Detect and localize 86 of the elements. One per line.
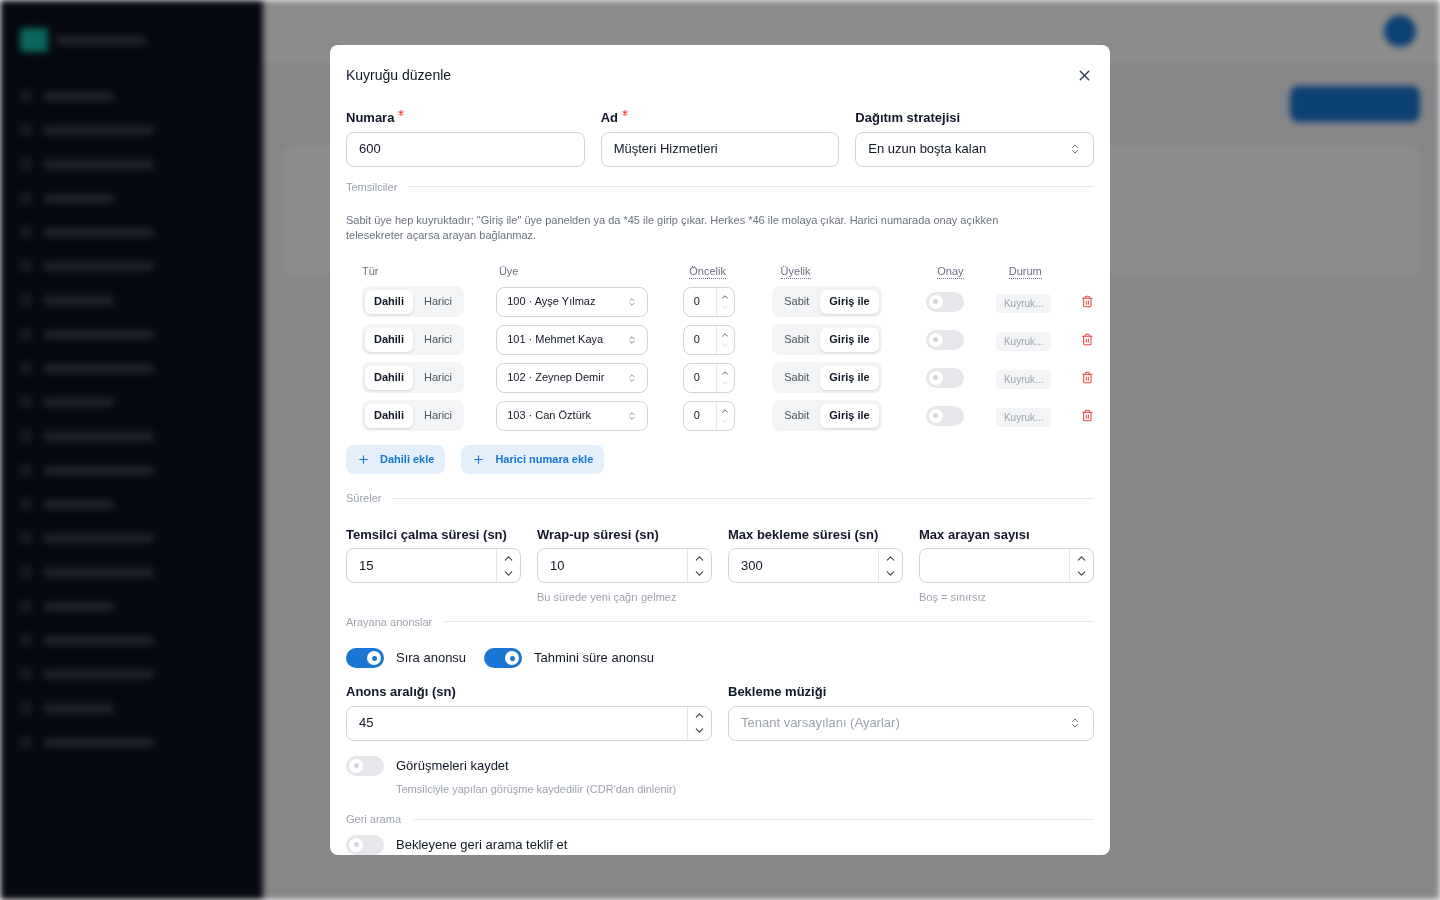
- select-chevron-icon: [1069, 717, 1081, 729]
- help-text: Sabit üye hep kuyruktadır; "Giriş ile" üye panelden ya da *45 ile girip çıkar. Herkes *46 ile molaya çıkar. Harici numarada onay açıkken telesekreter açarsa arayan bağlanmaz.: [346, 213, 1000, 243]
- segment-option[interactable]: Harici: [414, 289, 462, 314]
- plus-icon: [357, 453, 370, 466]
- number-field[interactable]: 300: [728, 548, 903, 583]
- section-title: Temsilciler: [346, 179, 398, 195]
- toggle-switch[interactable]: [925, 405, 964, 426]
- number-field[interactable]: 15: [346, 548, 521, 583]
- segment-option[interactable]: Sabit: [775, 327, 819, 352]
- delete-icon[interactable]: [1081, 371, 1094, 384]
- segment-option[interactable]: Harici: [414, 365, 462, 390]
- field-label: Max arayan sayısı: [919, 525, 1031, 544]
- field-hint: Bu sürede yeni çağrı gelmez: [537, 590, 678, 605]
- section-title: Arayana anonslar: [346, 614, 433, 630]
- select-chevron-icon: [627, 410, 638, 421]
- priority-field[interactable]: 0: [682, 286, 735, 317]
- select-chevron-icon: [627, 334, 638, 345]
- segment-option[interactable]: Sabit: [775, 365, 819, 390]
- field-label: Anons aralığı (sn): [346, 683, 457, 701]
- input-field[interactable]: 600: [346, 131, 585, 167]
- field-hint: Boş = sınırsız: [919, 590, 987, 605]
- column-header: Onay: [937, 265, 964, 279]
- input-field[interactable]: Müşteri Hizmetleri: [600, 131, 840, 167]
- column-header: Üyelik: [780, 265, 811, 279]
- add-button[interactable]: Harici numara ekle: [461, 445, 605, 474]
- status-badge: Kuyruk...: [995, 331, 1052, 351]
- column-header: Tür: [362, 265, 379, 279]
- section-title: Geri arama: [346, 812, 402, 827]
- column-header: Durum: [1008, 265, 1042, 279]
- segment-option[interactable]: Sabit: [775, 289, 819, 314]
- segment-option[interactable]: Giriş ile: [820, 327, 879, 352]
- segment-option[interactable]: Dahili: [365, 403, 413, 428]
- select-chevron-icon: [1069, 143, 1081, 155]
- status-badge: Kuyruk...: [995, 369, 1052, 389]
- add-button[interactable]: Dahili ekle: [346, 445, 446, 474]
- toggle-switch[interactable]: [346, 648, 384, 668]
- toggle-hint: Temsilciyle yapılan görüşme kaydedilir (CDR'dan dinlenir): [396, 781, 677, 797]
- column-header: Üye: [498, 265, 519, 279]
- delete-icon[interactable]: [1081, 333, 1094, 346]
- select-chevron-icon: [627, 296, 638, 307]
- toggle-switch[interactable]: [484, 648, 523, 668]
- toggle-label: Görüşmeleri kaydet: [396, 756, 510, 775]
- field-label: Wrap-up süresi (sn): [537, 525, 660, 544]
- toggle-label: Tahmini süre anonsu: [534, 649, 655, 668]
- field-label: Temsilci çalma süresi (sn): [346, 525, 508, 544]
- segment-option[interactable]: Giriş ile: [820, 289, 879, 314]
- segment-option[interactable]: Giriş ile: [820, 365, 879, 390]
- status-badge: Kuyruk...: [995, 407, 1052, 427]
- number-field[interactable]: 45: [346, 705, 712, 741]
- segment-option[interactable]: Harici: [414, 327, 462, 352]
- toggle-switch[interactable]: [346, 834, 384, 855]
- priority-field[interactable]: 0: [682, 324, 735, 355]
- delete-icon[interactable]: [1081, 295, 1094, 308]
- field-label: Numara: [346, 109, 395, 127]
- segment-option[interactable]: Sabit: [775, 403, 819, 428]
- select-chevron-icon: [627, 372, 638, 383]
- member-select[interactable]: 103 · Can Öztürk: [496, 400, 649, 431]
- field-label: Max bekleme süresi (sn): [728, 525, 880, 544]
- field-label: Dağıtım stratejisi: [855, 109, 961, 127]
- segment-option[interactable]: Dahili: [365, 289, 413, 314]
- toggle-label: Sıra anonsu: [396, 649, 467, 668]
- toggle-switch[interactable]: [925, 367, 964, 388]
- segment-option[interactable]: Dahili: [365, 327, 413, 352]
- field-label: Ad: [600, 109, 618, 127]
- member-select[interactable]: 100 · Ayşe Yılmaz: [496, 286, 649, 317]
- priority-field[interactable]: 0: [682, 362, 735, 393]
- number-field[interactable]: [919, 548, 1094, 583]
- segment-option[interactable]: Dahili: [365, 365, 413, 390]
- status-badge: Kuyruk...: [995, 293, 1052, 313]
- number-field[interactable]: 10: [537, 548, 712, 583]
- toggle-switch[interactable]: [925, 291, 964, 312]
- column-header: Öncelik: [689, 265, 726, 279]
- toggle-label: Bekleyene geri arama teklif et: [396, 835, 568, 854]
- field-label: Bekleme müziği: [728, 683, 828, 701]
- plus-icon: [472, 453, 486, 466]
- toggle-switch[interactable]: [346, 755, 384, 776]
- delete-icon[interactable]: [1081, 409, 1094, 422]
- select-field[interactable]: En uzun boşta kalan: [855, 131, 1094, 167]
- toggle-switch[interactable]: [925, 329, 964, 350]
- priority-field[interactable]: 0: [682, 400, 735, 431]
- segment-option[interactable]: Giriş ile: [820, 403, 879, 428]
- member-select[interactable]: 102 · Zeynep Demir: [496, 362, 649, 393]
- segment-option[interactable]: Harici: [414, 403, 462, 428]
- section-title: Süreler: [346, 491, 382, 506]
- member-select[interactable]: 101 · Mehmet Kaya: [496, 324, 649, 355]
- dialog-title: Kuyruğu düzenle: [346, 66, 452, 85]
